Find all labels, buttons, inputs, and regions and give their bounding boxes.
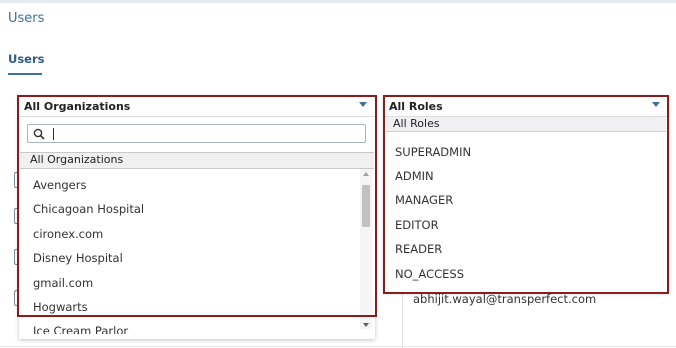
organization-option[interactable]: Disney Hospital: [33, 251, 123, 265]
role-dropdown-panel: All Roles All Roles SUPERADMIN ADMIN MAN…: [384, 96, 668, 292]
organization-option-selected[interactable]: All Organizations: [20, 152, 374, 169]
role-select-value: All Roles: [389, 100, 443, 113]
search-icon: [33, 128, 45, 140]
organization-select[interactable]: All Organizations: [19, 96, 375, 117]
option-label: All Organizations: [30, 153, 124, 166]
role-option[interactable]: SUPERADMIN: [395, 145, 471, 159]
scrollbar-thumb[interactable]: [362, 185, 370, 227]
organization-option[interactable]: gmail.com: [33, 276, 93, 290]
tab-active-indicator: [8, 73, 42, 75]
role-option[interactable]: NO_ACCESS: [395, 267, 464, 281]
role-option[interactable]: EDITOR: [395, 218, 439, 232]
column-divider: [402, 292, 403, 348]
organization-search-input[interactable]: [27, 124, 366, 143]
row-divider: [0, 346, 676, 347]
option-clip: Ice Cream Parlor: [19, 322, 359, 334]
page-title: Users: [8, 11, 45, 26]
text-cursor: [53, 128, 54, 140]
organization-option[interactable]: Avengers: [33, 178, 86, 192]
user-email: abhijit.wayal@transperfect.com: [413, 292, 597, 306]
scroll-down-icon[interactable]: [363, 323, 369, 327]
organization-select-value: All Organizations: [24, 100, 131, 113]
organization-option[interactable]: Ice Cream Parlor: [33, 324, 128, 334]
role-option-selected[interactable]: All Roles: [386, 117, 666, 132]
organization-option[interactable]: cironex.com: [33, 227, 103, 241]
scroll-up-icon[interactable]: [363, 172, 369, 176]
organization-option[interactable]: Chicagoan Hospital: [33, 202, 144, 216]
role-option[interactable]: ADMIN: [395, 169, 434, 183]
tab-users[interactable]: Users: [8, 52, 45, 66]
role-select[interactable]: All Roles: [384, 96, 668, 117]
role-option[interactable]: READER: [395, 242, 442, 256]
chevron-down-icon[interactable]: [359, 102, 367, 107]
role-option[interactable]: MANAGER: [395, 193, 453, 207]
chevron-down-icon[interactable]: [652, 102, 660, 107]
organization-dropdown-panel: All Organizations All Organizations Aven…: [19, 96, 375, 339]
scrollbar[interactable]: [360, 169, 372, 329]
top-border: [0, 0, 676, 3]
option-label: All Roles: [393, 117, 440, 130]
organization-option[interactable]: Hogwarts: [33, 300, 88, 314]
